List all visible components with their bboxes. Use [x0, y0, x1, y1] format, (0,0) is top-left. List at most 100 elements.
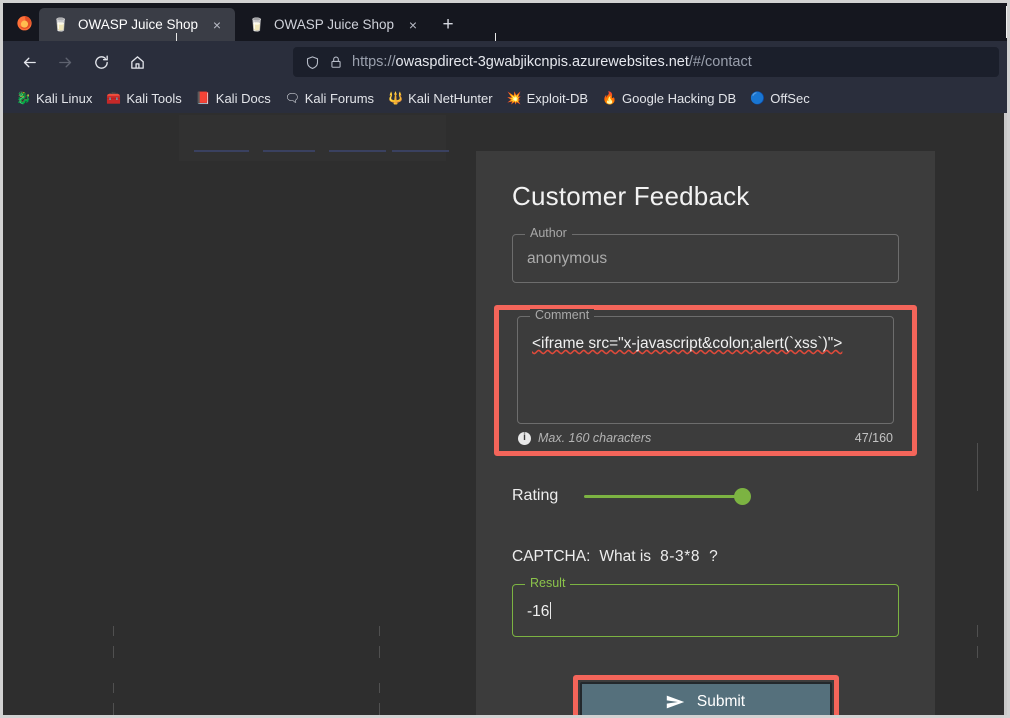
bookmark-label: Kali Forums — [304, 90, 375, 106]
background-ghost-dash — [263, 150, 315, 152]
back-arrow-icon[interactable] — [11, 46, 47, 78]
viewport-right-edge — [1004, 113, 1007, 715]
background-ghost-line — [113, 626, 114, 636]
author-label: Author — [525, 227, 572, 240]
tabstrip-divider — [1006, 6, 1007, 38]
forward-arrow-icon[interactable] — [47, 46, 83, 78]
bookmark-kali-tools[interactable]: 🧰 Kali Tools — [101, 89, 186, 108]
background-ghost-line — [977, 625, 978, 637]
captcha-row: CAPTCHA: What is 8-3*8 ? — [512, 548, 917, 566]
reload-icon[interactable] — [83, 46, 119, 78]
background-ghost-dash — [194, 150, 249, 152]
comment-input-text: <iframe src="x-javascript&colon;alert(`x… — [532, 335, 843, 352]
bookmark-label: Exploit-DB — [526, 90, 589, 106]
result-input-text: -16 — [527, 603, 550, 620]
url-text: https://owaspdirect-3gwabjikcnpis.azurew… — [352, 54, 752, 70]
browser-tab-2[interactable]: 🥛 OWASP Juice Shop × — [235, 8, 431, 41]
bookmark-label: Kali Docs — [215, 90, 271, 106]
tab-strip: 🥛 OWASP Juice Shop × 🥛 OWASP Juice Shop … — [3, 3, 1007, 55]
bookmark-kali-docs[interactable]: 📕 Kali Docs — [191, 89, 276, 108]
url-scheme: https:// — [352, 54, 396, 70]
comment-highlight-box: Comment <iframe src="x-javascript&colon;… — [494, 305, 917, 456]
author-field[interactable]: Author anonymous — [512, 227, 899, 283]
comment-hint-row: i Max. 160 characters 47/160 — [518, 431, 893, 445]
juice-shop-icon: 🥛 — [52, 17, 70, 32]
captcha-result-field[interactable]: Result -16 — [512, 577, 899, 637]
screenshot-frame: 🥛 OWASP Juice Shop × 🥛 OWASP Juice Shop … — [0, 0, 1010, 718]
background-ghost-line — [379, 703, 380, 715]
bookmark-exploit-db[interactable]: 💥 Exploit-DB — [502, 89, 593, 108]
google-hacking-db-icon: 🔥 — [602, 91, 617, 105]
result-input[interactable]: -16 — [513, 585, 898, 636]
background-ghost-dash — [329, 150, 386, 152]
result-label: Result — [525, 577, 571, 590]
customer-feedback-card: Customer Feedback Author anonymous Comme… — [476, 151, 935, 715]
browser-tab-1[interactable]: 🥛 OWASP Juice Shop × — [39, 8, 235, 41]
lock-icon[interactable] — [329, 55, 343, 69]
background-ghost-line — [379, 683, 380, 693]
navigation-toolbar: https://owaspdirect-3gwabjikcnpis.azurew… — [3, 41, 1007, 83]
submit-highlight-box: Submit — [572, 675, 839, 715]
close-icon[interactable]: × — [404, 16, 422, 34]
background-ghost-line — [379, 626, 380, 636]
firefox-browser-window: 🥛 OWASP Juice Shop × 🥛 OWASP Juice Shop … — [3, 3, 1007, 715]
bookmark-kali-forums[interactable]: 🗨 Kali Forums — [280, 89, 379, 108]
close-icon[interactable]: × — [208, 16, 226, 34]
comment-char-counter: 47/160 — [854, 431, 893, 445]
firefox-logo-icon — [9, 3, 39, 41]
captcha-expression: 8-3*8 — [660, 548, 701, 565]
captcha-prompt: What is — [599, 548, 652, 565]
rating-label: Rating — [512, 487, 559, 504]
bookmark-label: Google Hacking DB — [622, 90, 737, 106]
submit-row: Submit — [512, 675, 899, 715]
url-path: /#/contact — [688, 54, 752, 70]
text-cursor — [550, 602, 552, 619]
kali-tools-icon: 🧰 — [106, 91, 122, 105]
page-title: Customer Feedback — [512, 181, 750, 211]
comment-hint: i Max. 160 characters — [518, 431, 651, 445]
offsec-icon: 🔵 — [750, 91, 766, 105]
rating-row: Rating — [512, 486, 917, 506]
comment-label: Comment — [530, 309, 595, 322]
juice-shop-icon: 🥛 — [248, 17, 266, 32]
bookmark-kali-nethunter[interactable]: 🔱 Kali NetHunter — [383, 89, 498, 108]
slider-thumb[interactable] — [734, 487, 752, 505]
kali-nethunter-icon: 🔱 — [388, 91, 404, 105]
bookmark-label: Kali Tools — [126, 90, 182, 106]
background-ghost-line — [977, 646, 978, 658]
captcha-suffix: ? — [709, 548, 718, 565]
shield-icon[interactable] — [305, 55, 320, 70]
page-viewport: Customer Feedback Author anonymous Comme… — [3, 113, 1007, 715]
rating-slider[interactable] — [584, 486, 752, 506]
author-input[interactable]: anonymous — [513, 235, 898, 282]
background-ghost-line — [113, 683, 114, 693]
bookmark-label: OffSec — [770, 90, 810, 106]
submit-button[interactable]: Submit — [579, 682, 832, 715]
new-tab-button[interactable]: + — [431, 8, 465, 41]
bookmark-google-hacking-db[interactable]: 🔥 Google Hacking DB — [597, 89, 741, 108]
submit-button-label: Submit — [696, 692, 746, 710]
tab-title: OWASP Juice Shop — [274, 17, 395, 32]
comment-hint-text: Max. 160 characters — [538, 431, 652, 445]
url-host: owaspdirect-3gwabjikcnpis.azurewebsites.… — [395, 54, 689, 70]
address-bar[interactable]: https://owaspdirect-3gwabjikcnpis.azurew… — [293, 47, 999, 77]
captcha-label: CAPTCHA: — [512, 548, 591, 565]
background-ghost-line — [379, 646, 380, 658]
comment-input[interactable]: <iframe src="x-javascript&colon;alert(`x… — [518, 317, 893, 423]
background-ghost-line — [113, 703, 114, 715]
background-ghost-line — [113, 646, 114, 658]
bookmark-kali-linux[interactable]: 🐉 Kali Linux — [11, 89, 97, 108]
kali-docs-icon: 📕 — [195, 91, 211, 105]
kali-linux-icon: 🐉 — [16, 91, 31, 105]
background-ghost-line — [977, 443, 978, 491]
bookmarks-bar: 🐉 Kali Linux 🧰 Kali Tools 📕 Kali Docs 🗨 … — [3, 83, 1007, 113]
comment-field[interactable]: Comment <iframe src="x-javascript&colon;… — [517, 309, 894, 424]
kali-forums-icon: 🗨 — [284, 91, 300, 105]
home-icon[interactable] — [119, 46, 155, 78]
info-icon: i — [518, 431, 531, 445]
bookmark-offsec[interactable]: 🔵 OffSec — [745, 89, 815, 108]
slider-track — [584, 494, 751, 498]
bookmark-label: Kali NetHunter — [408, 90, 493, 106]
background-ghost-panel — [179, 115, 446, 161]
bookmark-label: Kali Linux — [36, 90, 93, 106]
